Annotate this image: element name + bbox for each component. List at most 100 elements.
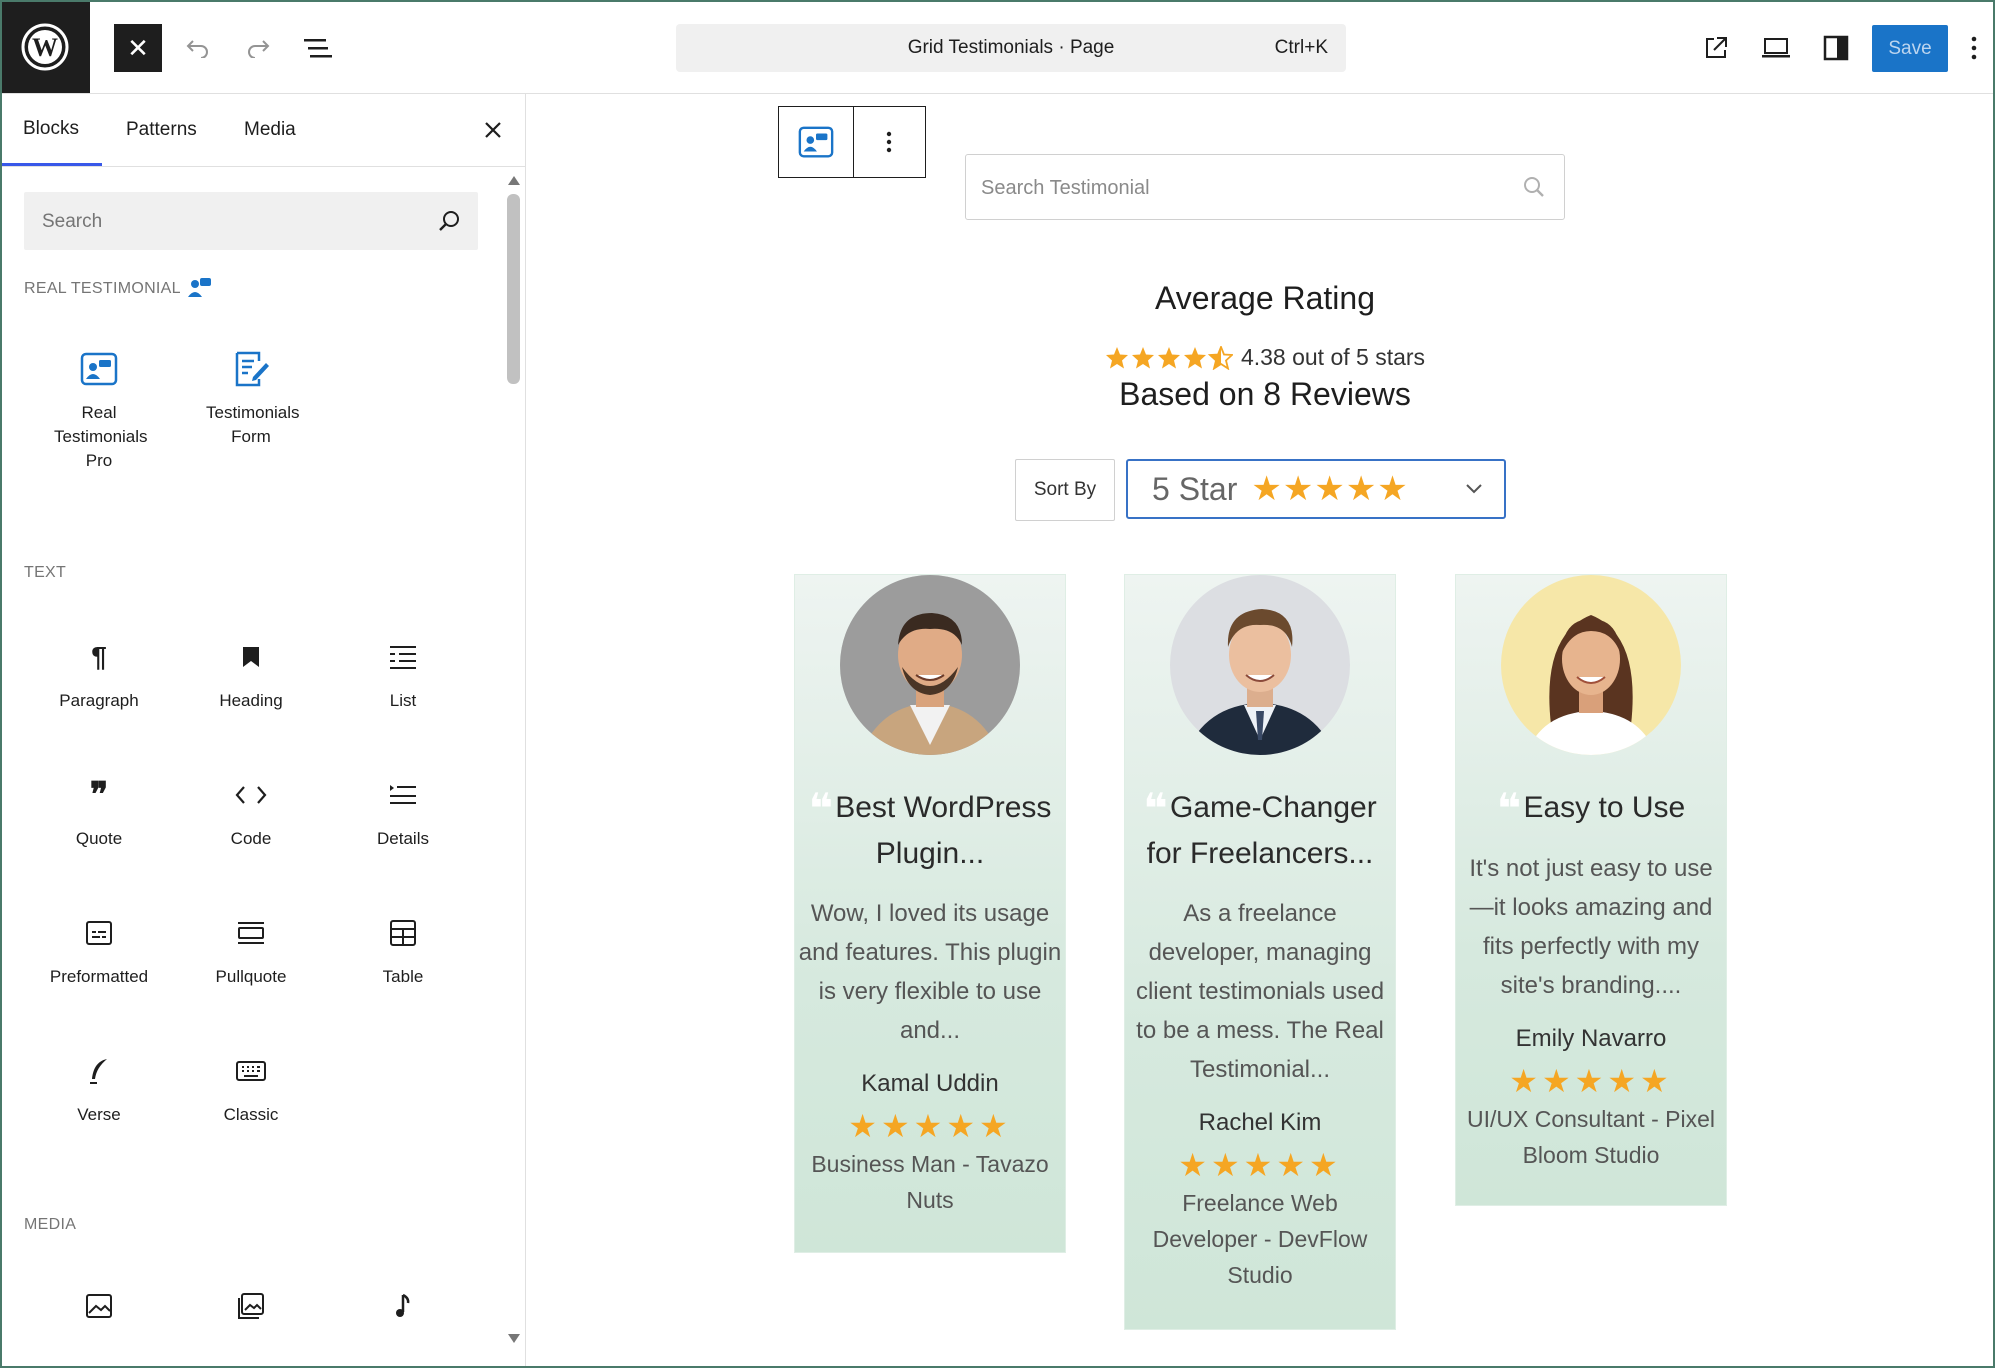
more-options-icon[interactable] [1960,24,1988,72]
reviewer-rating-stars: ★★★★★ [1178,1147,1342,1183]
reviewer-name: Rachel Kim [1198,1109,1322,1136]
editor-top-bar: W ✕ Grid Testimonials · Page Ctrl+K Save [0,0,1995,94]
block-label: Testimonials Form [206,403,300,446]
testimonial-content: Wow, I loved its usage and features. Thi… [798,900,1062,1044]
search-icon[interactable] [1522,175,1546,199]
save-button[interactable]: Save [1872,25,1948,72]
block-label: Real Testimonials Pro [54,403,148,470]
testimonial-block-icon [24,349,174,389]
block-item-image[interactable] [24,1286,174,1338]
testimonial-search-input[interactable] [966,155,1523,221]
tab-blocks[interactable]: Blocks [0,94,102,166]
block-item-verse[interactable]: Verse [24,1051,174,1127]
average-rating-title: Average Rating [1155,280,1375,316]
preformatted-icon [24,913,174,953]
block-item-real-testimonials-pro[interactable]: Real Testimonials Pro [24,349,174,473]
block-label: Heading [219,691,283,710]
tab-media[interactable]: Media [244,94,296,166]
tab-patterns[interactable]: Patterns [126,94,197,166]
sort-selected-value: 5 Star [1152,470,1238,507]
testimonial-category-icon [188,278,211,297]
quote-icon: ❞ [89,775,109,815]
review-count: Based on 8 Reviews [1119,376,1411,412]
reviewer-designation: Business Man - Tavazo Nuts [811,1151,1049,1213]
block-label: Paragraph [59,691,139,710]
redo-icon[interactable] [234,24,282,72]
view-page-external-icon[interactable] [1692,24,1740,72]
reviewer-designation: Freelance Web Developer - DevFlow Studio [1152,1190,1368,1288]
close-icon[interactable] [475,112,511,148]
block-label: Classic [223,1105,279,1124]
block-options-icon[interactable] [854,107,926,177]
sort-selected-stars: ★★★★★ [1251,470,1409,508]
testimonial-title: ❝Game-Changer for Freelancers... [1143,785,1377,870]
svg-text:W: W [32,33,58,62]
block-item-classic[interactable]: Classic [176,1051,326,1127]
block-item-preformatted[interactable]: Preformatted [24,913,174,989]
block-item-list[interactable]: List [328,637,478,713]
block-label: Quote [75,829,123,848]
reviewer-designation: UI/UX Consultant - Pixel Bloom Studio [1467,1106,1715,1168]
document-overview-icon[interactable] [294,24,342,72]
testimonial-search-field[interactable] [965,154,1565,221]
block-label: Details [377,829,429,848]
testimonial-title: ❝Best WordPress Plugin... [808,785,1052,870]
testimonial-card[interactable]: ❝Best WordPress Plugin... Wow, I loved i… [794,574,1066,1253]
shortcut-hint: Ctrl+K [1274,37,1328,58]
inserter-tabs: Blocks Patterns Media [0,94,525,167]
editor-canvas: Average Rating 4.38 out of 5 stars Based… [526,94,1995,1368]
block-label: Verse [77,1105,121,1124]
block-label: Pullquote [215,967,287,986]
scroll-down-arrow-icon[interactable] [508,1334,520,1343]
form-icon [176,349,326,389]
block-item-quote[interactable]: ❞ Quote [24,775,174,851]
command-palette-bar[interactable]: Grid Testimonials · Page Ctrl+K [676,24,1346,72]
chevron-down-icon [1466,484,1482,494]
avatar [1170,575,1350,755]
average-rating-text: 4.38 out of 5 stars [1240,344,1426,370]
testimonial-block-icon[interactable] [779,107,854,177]
block-item-pullquote[interactable]: Pullquote [176,913,326,989]
verse-icon [24,1051,174,1091]
block-item-gallery[interactable] [176,1286,326,1338]
search-icon[interactable] [438,209,462,233]
block-item-heading[interactable]: Heading [176,637,326,713]
block-item-table[interactable]: Table [328,913,478,989]
testimonial-card[interactable]: ❝Easy to Use It's not just easy to use—i… [1455,574,1727,1206]
table-icon [328,913,478,953]
gallery-icon [176,1286,326,1326]
settings-sidebar-icon[interactable] [1812,24,1860,72]
category-title-text: TEXT [24,564,67,581]
image-icon [24,1286,174,1326]
reviewer-rating-stars: ★★★★★ [1509,1063,1673,1099]
block-label: Code [230,829,272,848]
block-item-testimonials-form[interactable]: Testimonials Form [176,349,326,449]
block-item-audio[interactable] [328,1286,478,1338]
block-label: Preformatted [49,967,149,986]
sort-rating-select[interactable]: 5 Star ★★★★★ [1126,459,1506,519]
paragraph-icon: ¶ [91,641,107,672]
sidebar-scrollbar-thumb[interactable] [507,194,520,384]
block-item-paragraph[interactable]: ¶ Paragraph [24,637,174,713]
heading-icon [176,637,326,677]
details-icon [328,775,478,815]
classic-icon [176,1051,326,1091]
close-inserter-button[interactable]: ✕ [114,24,162,72]
block-search-field[interactable] [24,192,478,252]
block-item-details[interactable]: Details [328,775,478,851]
reviewer-name: Emily Navarro [1515,1025,1667,1052]
testimonial-content: As a freelance developer, managing clien… [1135,900,1385,1083]
undo-icon[interactable] [174,24,222,72]
scroll-up-arrow-icon[interactable] [508,176,520,185]
testimonial-title-text: Game-Changer for Freelancers... [1146,791,1377,870]
block-item-code[interactable]: Code [176,775,326,851]
block-toolbar [778,106,926,178]
testimonial-card[interactable]: ❝Game-Changer for Freelancers... As a fr… [1124,574,1396,1330]
reviewer-name: Kamal Uddin [861,1070,999,1097]
block-inserter-sidebar: Blocks Patterns Media REAL TESTIMONIAL R… [0,94,526,1368]
wordpress-logo-icon[interactable]: W [0,0,90,93]
category-title-real-testimonial: REAL TESTIMONIAL [24,280,181,297]
desktop-preview-icon[interactable] [1752,24,1800,72]
list-icon [328,637,478,677]
block-search-input[interactable] [24,192,444,252]
